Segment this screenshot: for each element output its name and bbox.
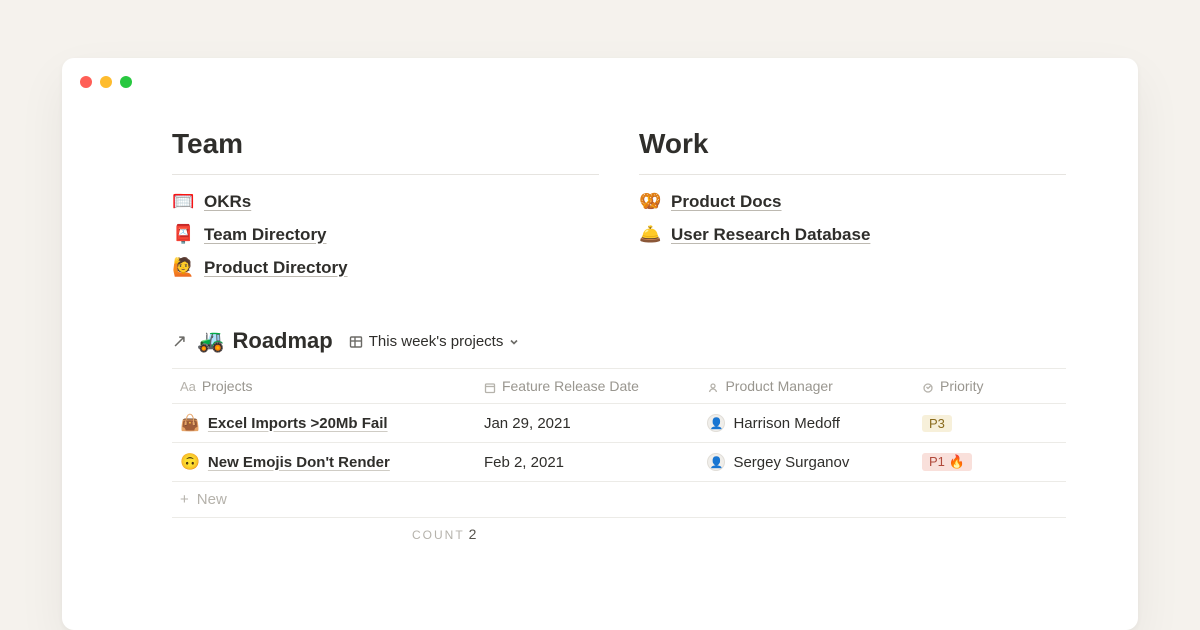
handbag-icon: 👜 — [180, 413, 200, 433]
link-arrow-icon: ↗ — [172, 331, 187, 352]
view-selector[interactable]: This week's projects — [349, 333, 520, 350]
calendar-icon — [484, 379, 496, 394]
link-label: Product Directory — [204, 258, 348, 278]
team-heading: Team — [172, 128, 599, 160]
col-projects[interactable]: AaProjects — [172, 369, 476, 404]
pm-name: Sergey Surganov — [733, 454, 849, 471]
link-label: Team Directory — [204, 225, 327, 245]
text-icon: Aa — [180, 379, 196, 394]
upside-down-face-icon: 🙃 — [180, 452, 200, 472]
table-row[interactable]: 🙃 New Emojis Don't Render Feb 2, 2021 👤 … — [172, 443, 1066, 482]
priority-badge[interactable]: P3 — [922, 415, 952, 432]
team-link-product-directory[interactable]: 🙋 Product Directory — [172, 251, 599, 284]
pm-cell[interactable]: 👤 Harrison Medoff — [707, 414, 906, 432]
team-link-okrs[interactable]: 🥅 OKRs — [172, 185, 599, 218]
work-heading: Work — [639, 128, 1066, 160]
release-date-cell[interactable]: Feb 2, 2021 — [476, 443, 700, 482]
new-row-button[interactable]: +New — [172, 482, 1066, 518]
link-label: User Research Database — [671, 225, 870, 245]
view-label: This week's projects — [369, 333, 504, 350]
team-section: Team 🥅 OKRs 📮 Team Directory 🙋 Product D… — [172, 128, 599, 284]
col-priority[interactable]: Priority — [914, 369, 1066, 404]
bell-icon: 🛎️ — [639, 224, 661, 245]
person-raising-hand-icon: 🙋 — [172, 257, 194, 278]
col-release-date[interactable]: Feature Release Date — [476, 369, 700, 404]
goal-net-icon: 🥅 — [172, 191, 194, 212]
work-link-product-docs[interactable]: 🥨 Product Docs — [639, 185, 1066, 218]
pm-cell[interactable]: 👤 Sergey Surganov — [707, 453, 906, 471]
work-section: Work 🥨 Product Docs 🛎️ User Research Dat… — [639, 128, 1066, 284]
roadmap-table: AaProjects Feature Release Date Product … — [172, 368, 1066, 518]
maximize-icon[interactable] — [120, 76, 132, 88]
roadmap-title-text: Roadmap — [233, 328, 333, 354]
col-product-manager[interactable]: Product Manager — [699, 369, 914, 404]
release-date-cell[interactable]: Jan 29, 2021 — [476, 404, 700, 443]
roadmap-title[interactable]: 🚜 Roadmap — [197, 328, 333, 354]
page-content: Team 🥅 OKRs 📮 Team Directory 🙋 Product D… — [172, 128, 1066, 542]
minimize-icon[interactable] — [100, 76, 112, 88]
project-name[interactable]: Excel Imports >20Mb Fail — [208, 415, 388, 432]
tractor-icon: 🚜 — [197, 328, 224, 354]
plus-icon: + — [180, 491, 189, 508]
link-label: OKRs — [204, 192, 251, 212]
link-label: Product Docs — [671, 192, 782, 212]
chevron-down-icon — [509, 333, 519, 350]
tag-icon — [922, 379, 934, 394]
avatar: 👤 — [707, 414, 725, 432]
pm-name: Harrison Medoff — [733, 415, 839, 432]
table-row[interactable]: 👜 Excel Imports >20Mb Fail Jan 29, 2021 … — [172, 404, 1066, 443]
table-footer: COUNT2 — [172, 518, 1066, 542]
divider — [639, 174, 1066, 175]
window-traffic-lights — [80, 76, 132, 88]
person-icon — [707, 379, 719, 394]
pretzel-icon: 🥨 — [639, 191, 661, 212]
roadmap-block: ↗ 🚜 Roadmap This week's projects — [172, 328, 1066, 542]
project-name[interactable]: New Emojis Don't Render — [208, 454, 390, 471]
app-window: Team 🥅 OKRs 📮 Team Directory 🙋 Product D… — [62, 58, 1138, 630]
work-link-user-research[interactable]: 🛎️ User Research Database — [639, 218, 1066, 251]
postbox-icon: 📮 — [172, 224, 194, 245]
priority-badge[interactable]: P1 🔥 — [922, 453, 972, 471]
count-summary: COUNT2 — [412, 526, 476, 542]
close-icon[interactable] — [80, 76, 92, 88]
table-icon — [349, 333, 363, 350]
divider — [172, 174, 599, 175]
avatar: 👤 — [707, 453, 725, 471]
team-link-directory[interactable]: 📮 Team Directory — [172, 218, 599, 251]
